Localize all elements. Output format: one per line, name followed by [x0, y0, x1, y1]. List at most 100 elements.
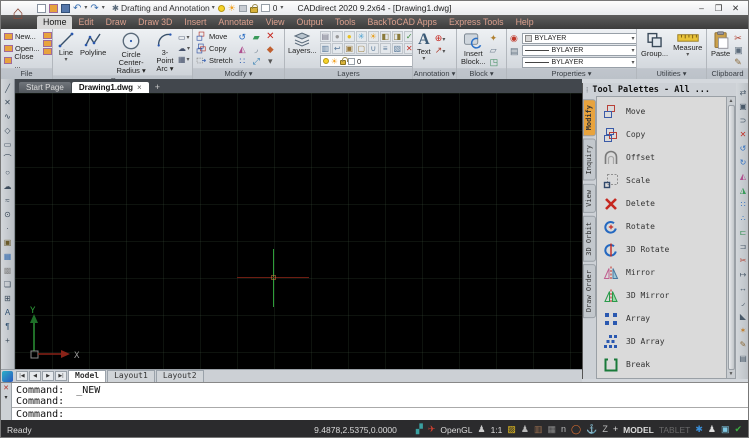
- cut-icon[interactable]: ✂: [734, 33, 743, 43]
- app-logo-icon[interactable]: ⌂: [3, 1, 33, 28]
- layer-unlock-icon[interactable]: ◨: [392, 31, 403, 42]
- fillet-icon[interactable]: ◞: [250, 44, 263, 55]
- circle-icon[interactable]: ○: [2, 166, 14, 179]
- copy-tool-icon[interactable]: ▣: [737, 100, 749, 113]
- tab-drawing1[interactable]: Drawing1.dwg×: [72, 82, 149, 93]
- plot-style-icon[interactable]: [239, 5, 247, 12]
- palette-tab-inquiry[interactable]: Inquiry: [583, 139, 596, 181]
- menu-draw[interactable]: Draw: [100, 16, 133, 29]
- status-tablet[interactable]: TABLET: [659, 425, 691, 435]
- lineweight-select[interactable]: BYLAYER▾: [522, 45, 637, 56]
- group-button[interactable]: Group...: [640, 31, 669, 58]
- chamfer-tool-icon[interactable]: ◣: [737, 310, 749, 323]
- tab-model[interactable]: Model: [68, 370, 106, 382]
- ribbon-label-block[interactable]: Block ▾: [457, 68, 506, 79]
- attributes-icon[interactable]: ◳: [490, 57, 499, 67]
- status-scale[interactable]: 1:1: [491, 425, 503, 435]
- menu-view[interactable]: View: [260, 16, 291, 29]
- trim-icon[interactable]: ◆: [264, 44, 277, 55]
- palette-tab-draw-order[interactable]: Draw Order: [583, 264, 596, 318]
- polar-icon[interactable]: ◯: [571, 425, 581, 434]
- layer-delete-icon[interactable]: ✕: [404, 43, 413, 54]
- palette-tab-view[interactable]: View: [583, 184, 596, 213]
- user-icon[interactable]: ♟: [478, 425, 486, 434]
- status-model[interactable]: MODEL: [623, 425, 654, 435]
- plane-icon[interactable]: ✈: [428, 425, 436, 434]
- layer-walk-icon[interactable]: ≡: [380, 43, 391, 54]
- layers-button[interactable]: Layers...: [288, 31, 317, 55]
- layer-on-icon[interactable]: ●: [344, 31, 355, 42]
- erase-icon[interactable]: ✕: [264, 32, 277, 43]
- layer-freeze-icon[interactable]: ✳: [356, 31, 367, 42]
- command-area[interactable]: Command: _NEWCommand: Command:: [12, 383, 748, 420]
- settings-gear-icon[interactable]: ✱: [695, 425, 703, 434]
- ribbon-label-layers[interactable]: Layers: [285, 68, 412, 79]
- edit-polyline-tool-icon[interactable]: ✎: [737, 338, 749, 351]
- palette-item-array[interactable]: Array: [603, 307, 726, 330]
- insert-block-button[interactable]: Insert Block...: [460, 31, 487, 66]
- menu-annotate[interactable]: Annotate: [212, 16, 259, 29]
- snap-grid-icon[interactable]: ▦: [548, 425, 557, 434]
- paste-button[interactable]: Paste: [710, 31, 731, 58]
- save-icon[interactable]: [61, 4, 70, 13]
- menu-express-tools[interactable]: Express Tools: [443, 16, 510, 29]
- text-button[interactable]: A Text▾: [416, 31, 432, 62]
- grid-display-icon[interactable]: ▥: [534, 425, 543, 434]
- isolate-objects-icon[interactable]: ▨: [507, 425, 516, 434]
- mirror-3d-tool-icon[interactable]: ◮: [737, 184, 749, 197]
- properties-tool-icon[interactable]: ▤: [737, 352, 749, 365]
- menu-draw-3d[interactable]: Draw 3D: [132, 16, 178, 29]
- color-swatch-icon[interactable]: [261, 4, 270, 12]
- workspace-switcher[interactable]: ✱ Drafting and Annotation ▾: [112, 3, 215, 14]
- status-coordinates[interactable]: 9.4878,2.5375,0.0000: [314, 425, 397, 435]
- command-prompt-input[interactable]: Command:: [12, 407, 748, 420]
- save-as-icon[interactable]: [43, 40, 52, 47]
- palette-item-copy[interactable]: Copy: [603, 123, 726, 146]
- region-icon[interactable]: ❏: [2, 278, 14, 291]
- rectangle-icon[interactable]: ▭: [2, 138, 14, 151]
- layer-state-icon[interactable]: ▧: [392, 43, 403, 54]
- line-button[interactable]: Line▾: [56, 31, 76, 63]
- layer-lock-icon[interactable]: ◧: [380, 31, 391, 42]
- ribbon-label-properties[interactable]: Properties ▾: [507, 68, 636, 79]
- copy-button[interactable]: Copy: [196, 43, 233, 54]
- rotate-tool-icon[interactable]: ↺: [737, 142, 749, 155]
- status-ok-icon[interactable]: ✔: [734, 425, 742, 434]
- construction-line-icon[interactable]: ✕: [2, 96, 14, 109]
- polyline-button[interactable]: Polyline: [79, 31, 107, 57]
- menu-tools[interactable]: Tools: [329, 16, 362, 29]
- hatch-icon[interactable]: ▦: [2, 250, 14, 263]
- line-icon[interactable]: ╱: [2, 82, 14, 95]
- hatch-button[interactable]: ▦▾: [178, 55, 190, 64]
- profile-icon[interactable]: ♟: [708, 425, 716, 434]
- spline-icon[interactable]: ≈: [2, 194, 14, 207]
- minimize-button[interactable]: –: [693, 3, 710, 14]
- scroll-down-icon[interactable]: ▼: [729, 371, 734, 377]
- layer-dropdown-icon[interactable]: ▾: [280, 5, 283, 11]
- ortho-icon[interactable]: n: [561, 425, 566, 434]
- undo-dropdown-icon[interactable]: ▾: [84, 5, 87, 11]
- layer-dropdown[interactable]: ☀ 0 ▾: [320, 55, 413, 67]
- palette-item-3d-array[interactable]: 3D Array: [603, 330, 726, 353]
- scrollbar-thumb[interactable]: [728, 105, 735, 370]
- palette-item-3d-mirror[interactable]: 3D Mirror: [603, 284, 726, 307]
- new-icon[interactable]: [37, 4, 46, 13]
- layer-current-icon[interactable]: ✓: [404, 31, 413, 42]
- gradient-icon[interactable]: ▩: [2, 264, 14, 277]
- rotate-icon[interactable]: ↺: [236, 32, 249, 43]
- ribbon-label-modify[interactable]: Modify ▾: [193, 68, 284, 79]
- tab-layout2[interactable]: Layout2: [156, 370, 204, 382]
- revision-cloud-button[interactable]: ☁▾: [178, 44, 190, 53]
- crosshair-toggle-icon[interactable]: +: [613, 425, 618, 434]
- offset-tool-icon[interactable]: ⊃: [737, 114, 749, 127]
- tab-close-icon[interactable]: ×: [137, 83, 142, 92]
- scroll-up-icon[interactable]: ▲: [729, 98, 734, 104]
- menu-output[interactable]: Output: [291, 16, 329, 29]
- ribbon-label-annotation[interactable]: Annotation ▾: [413, 68, 456, 79]
- layer-prev-icon[interactable]: ↩: [332, 43, 343, 54]
- palette-scrollbar[interactable]: ▲ ▼: [727, 96, 736, 379]
- block-icon[interactable]: ▣: [2, 236, 14, 249]
- layer-merge-icon[interactable]: ∪: [368, 43, 379, 54]
- measure-button[interactable]: Measure▾: [672, 31, 703, 58]
- ribbon-label-utilities[interactable]: Utilities ▾: [637, 68, 706, 79]
